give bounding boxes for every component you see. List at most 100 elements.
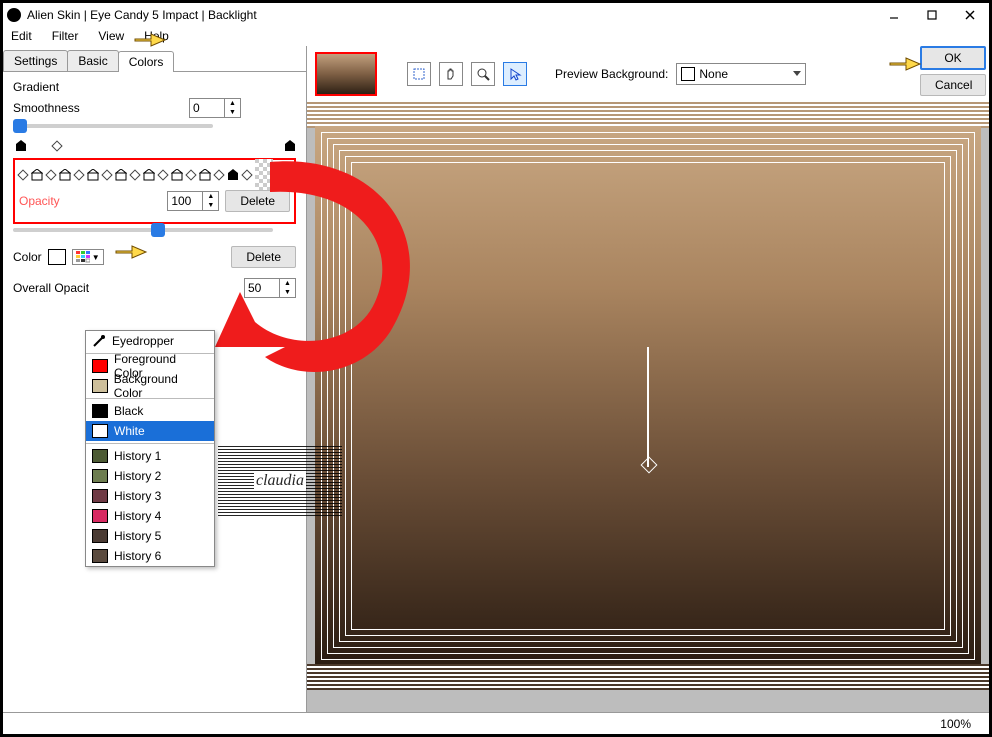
grad-stop-6[interactable] bbox=[171, 169, 183, 181]
app-window: Alien Skin | Eye Candy 5 Impact | Backli… bbox=[0, 0, 992, 737]
grad-diamond[interactable] bbox=[73, 169, 84, 180]
grad-diamond[interactable] bbox=[17, 169, 28, 180]
overall-opacity-spinner[interactable]: ▲▼ bbox=[244, 278, 296, 298]
black-swatch-icon bbox=[92, 404, 108, 418]
tool-hand[interactable] bbox=[439, 62, 463, 86]
zoom-level: 100% bbox=[940, 717, 971, 731]
h6-swatch-icon bbox=[92, 549, 108, 563]
effect-center-handle[interactable] bbox=[647, 347, 649, 467]
color-picker-button[interactable]: ▼ bbox=[72, 249, 104, 265]
preview-area[interactable] bbox=[307, 102, 989, 712]
menu-filter[interactable]: Filter bbox=[50, 27, 81, 45]
grad-diamond[interactable] bbox=[213, 169, 224, 180]
tab-basic[interactable]: Basic bbox=[67, 50, 118, 71]
grad-diamond[interactable] bbox=[185, 169, 196, 180]
close-button[interactable] bbox=[951, 4, 989, 26]
preview-image bbox=[315, 126, 981, 666]
grad-diamond[interactable] bbox=[45, 169, 56, 180]
minimize-button[interactable] bbox=[875, 4, 913, 26]
opacity-thumb[interactable] bbox=[151, 223, 165, 237]
h5-swatch-icon bbox=[92, 529, 108, 543]
grad-stop-5[interactable] bbox=[143, 169, 155, 181]
smoothness-slider[interactable] bbox=[13, 124, 213, 128]
grad-stop-7[interactable] bbox=[199, 169, 211, 181]
color-swatch[interactable] bbox=[48, 249, 66, 265]
smoothness-spin-buttons[interactable]: ▲▼ bbox=[224, 99, 240, 117]
window-title: Alien Skin | Eye Candy 5 Impact | Backli… bbox=[27, 8, 875, 22]
popup-eyedropper[interactable]: Eyedropper bbox=[86, 331, 214, 351]
annotation-hand-help bbox=[133, 28, 167, 50]
grad-stop-8[interactable] bbox=[227, 169, 239, 181]
preview-thumbnail[interactable] bbox=[315, 52, 377, 96]
opacity-delete-button[interactable]: Delete bbox=[225, 190, 290, 212]
alpha-checker bbox=[255, 159, 273, 191]
popup-history-6[interactable]: History 6 bbox=[86, 546, 214, 566]
popup-white[interactable]: White bbox=[86, 421, 214, 441]
preview-bg-value: None bbox=[699, 67, 728, 81]
smoothness-spinner[interactable]: ▲▼ bbox=[189, 98, 241, 118]
overall-opacity-label: Overall Opacit bbox=[13, 281, 183, 295]
titlebar: Alien Skin | Eye Candy 5 Impact | Backli… bbox=[3, 3, 989, 26]
gradient-editor[interactable]: Opacity ▲▼ Delete bbox=[13, 158, 296, 224]
grad-stop-4[interactable] bbox=[115, 169, 127, 181]
opacity-spin-buttons[interactable]: ▲▼ bbox=[202, 192, 218, 210]
smoothness-thumb[interactable] bbox=[13, 119, 27, 133]
preview-bg-combo[interactable]: None bbox=[676, 63, 806, 85]
window-buttons bbox=[875, 4, 989, 26]
white-swatch-icon bbox=[92, 424, 108, 438]
tab-settings[interactable]: Settings bbox=[3, 50, 68, 71]
chevron-down-icon bbox=[793, 71, 801, 76]
gradient-stop-top-right[interactable] bbox=[284, 140, 296, 152]
annotation-hand-color bbox=[114, 240, 148, 262]
grad-diamond[interactable] bbox=[241, 169, 252, 180]
watermark: claudia bbox=[218, 446, 342, 516]
grad-diamond[interactable] bbox=[157, 169, 168, 180]
menu-edit[interactable]: Edit bbox=[9, 27, 34, 45]
maximize-button[interactable] bbox=[913, 4, 951, 26]
combo-swatch-icon bbox=[681, 67, 695, 81]
popup-black[interactable]: Black bbox=[86, 401, 214, 421]
overall-opacity-spin-buttons[interactable]: ▲▼ bbox=[279, 279, 295, 297]
popup-h2-label: History 2 bbox=[114, 469, 161, 483]
popup-history-2[interactable]: History 2 bbox=[86, 466, 214, 486]
grad-diamond[interactable] bbox=[129, 169, 140, 180]
grad-diamond[interactable] bbox=[101, 169, 112, 180]
tool-zoom[interactable] bbox=[471, 62, 495, 86]
statusbar: 100% bbox=[3, 712, 989, 734]
cancel-button[interactable]: Cancel bbox=[920, 74, 986, 96]
preview-stripes-top bbox=[307, 102, 989, 128]
smoothness-input[interactable] bbox=[190, 99, 224, 117]
popup-history-3[interactable]: History 3 bbox=[86, 486, 214, 506]
colors-panel: Gradient Smoothness ▲▼ bbox=[3, 72, 306, 312]
gradient-stop-top-left[interactable] bbox=[15, 140, 27, 152]
color-dropdown-popup: Eyedropper Foreground Color Background C… bbox=[85, 330, 215, 567]
gradient-mid-marker[interactable] bbox=[51, 140, 62, 151]
menu-view[interactable]: View bbox=[96, 27, 126, 45]
popup-history-5[interactable]: History 5 bbox=[86, 526, 214, 546]
popup-background[interactable]: Background Color bbox=[86, 376, 214, 396]
popup-h1-label: History 1 bbox=[114, 449, 161, 463]
pointer-icon bbox=[508, 67, 522, 81]
opacity-spinner[interactable]: ▲▼ bbox=[167, 191, 219, 211]
opacity-label: Opacity bbox=[19, 194, 60, 208]
popup-eyedropper-label: Eyedropper bbox=[112, 334, 174, 348]
grad-stop-1[interactable] bbox=[31, 169, 43, 181]
grad-stop-2[interactable] bbox=[59, 169, 71, 181]
popup-h5-label: History 5 bbox=[114, 529, 161, 543]
tab-colors[interactable]: Colors bbox=[118, 51, 175, 72]
color-grid-icon bbox=[76, 251, 90, 263]
grad-stop-3[interactable] bbox=[87, 169, 99, 181]
popup-history-1[interactable]: History 1 bbox=[86, 446, 214, 466]
opacity-input[interactable] bbox=[168, 192, 202, 210]
popup-history-4[interactable]: History 4 bbox=[86, 506, 214, 526]
tool-pointer[interactable] bbox=[503, 62, 527, 86]
preview-bg-label: Preview Background: bbox=[555, 67, 668, 81]
tool-marquee[interactable] bbox=[407, 62, 431, 86]
overall-opacity-input[interactable] bbox=[245, 279, 279, 297]
app-icon bbox=[7, 8, 21, 22]
h4-swatch-icon bbox=[92, 509, 108, 523]
ok-button[interactable]: OK bbox=[920, 46, 986, 70]
opacity-slider[interactable] bbox=[13, 228, 273, 232]
popup-bg-label: Background Color bbox=[114, 372, 208, 400]
color-delete-button[interactable]: Delete bbox=[231, 246, 296, 268]
